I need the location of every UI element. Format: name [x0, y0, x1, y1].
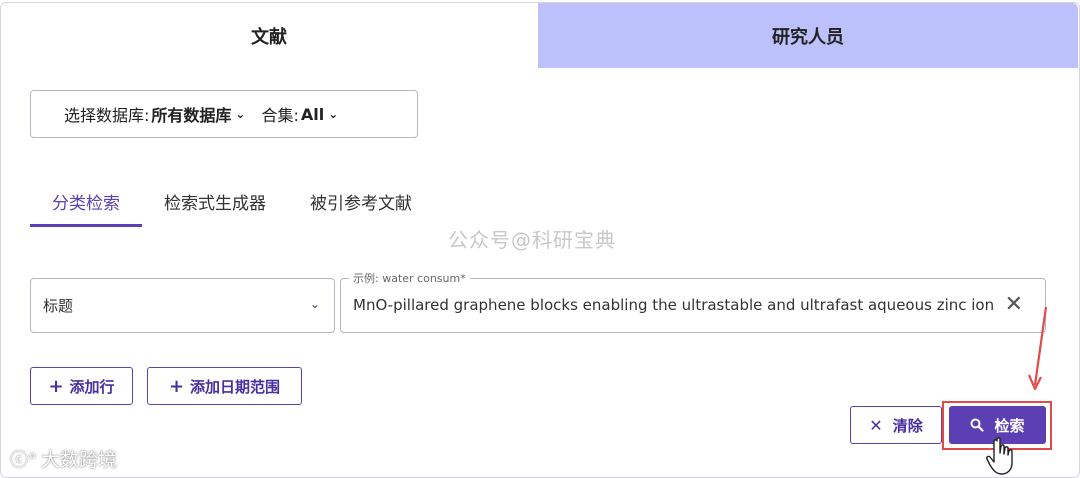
close-icon: ✕	[869, 415, 883, 435]
watermark-text: 公众号@科研宝典	[448, 228, 616, 252]
tab-query-builder[interactable]: 检索式生成器	[142, 178, 288, 225]
search-icon	[970, 418, 985, 432]
tab-researchers[interactable]: 研究人员	[538, 3, 1078, 68]
logo-watermark-text: 大数跨境	[41, 449, 118, 471]
plus-icon: +	[48, 375, 64, 397]
tab-literature[interactable]: 文献	[1, 3, 537, 68]
add-row-button[interactable]: + 添加行	[30, 367, 133, 405]
search-field-select[interactable]: 标题 ⌄	[30, 278, 335, 333]
collection-label: 合集:	[261, 106, 299, 125]
search-label: 检索	[994, 416, 1025, 435]
database-label: 选择数据库:	[64, 106, 150, 125]
collection-dropdown[interactable]: All	[301, 105, 324, 124]
chevron-down-icon[interactable]: ⌄	[310, 297, 320, 311]
search-example-label: 示例: water consum*	[349, 270, 470, 286]
search-input[interactable]: 示例: water consum* MnO-pillared graphene …	[340, 270, 1046, 333]
logo-icon: ⓒ°	[10, 449, 37, 471]
search-field-value: 标题	[43, 297, 74, 315]
database-selector: 选择数据库: 所有数据库 ⌄ 合集: All ⌄	[30, 90, 418, 138]
add-row-label: 添加行	[69, 377, 115, 396]
hand-cursor-icon	[986, 437, 1013, 475]
clear-label: 清除	[892, 416, 923, 435]
annotation-arrow-icon	[1027, 306, 1048, 391]
chevron-down-icon[interactable]: ⌄	[328, 107, 338, 121]
database-dropdown[interactable]: 所有数据库	[151, 102, 231, 126]
logo-watermark: ⓒ° 大数跨境	[10, 445, 117, 472]
chevron-down-icon[interactable]: ⌄	[235, 107, 245, 121]
tab-basic-search[interactable]: 分类检索	[30, 178, 142, 227]
add-date-range-button[interactable]: + 添加日期范围	[147, 367, 302, 405]
clear-button[interactable]: ✕ 清除	[850, 406, 942, 444]
search-mode-tabs: 分类检索 检索式生成器 被引参考文献	[30, 178, 434, 227]
plus-icon: +	[168, 375, 185, 397]
search-query-value[interactable]: MnO-pillared graphene blocks enabling th…	[353, 296, 993, 314]
add-date-range-label: 添加日期范围	[190, 377, 281, 396]
tab-cited-reference[interactable]: 被引参考文献	[288, 178, 434, 225]
